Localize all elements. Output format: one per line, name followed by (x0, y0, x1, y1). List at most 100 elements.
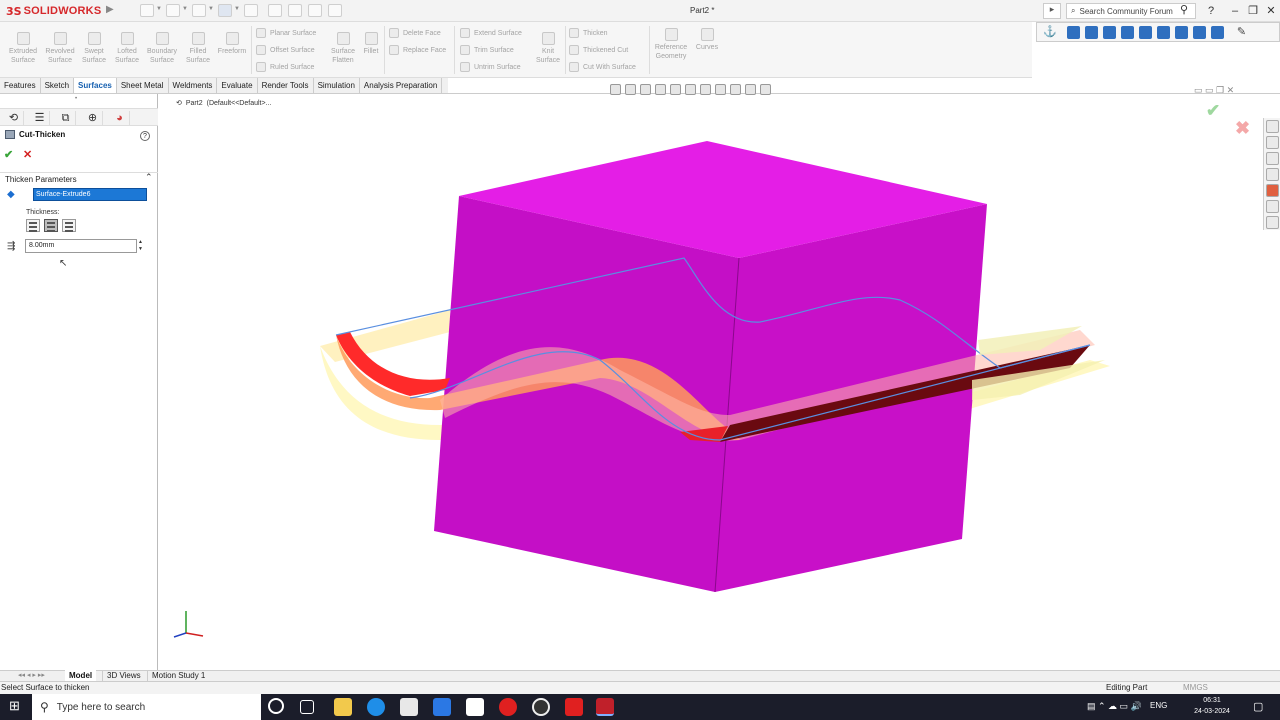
home-icon[interactable] (1266, 120, 1279, 133)
custom-properties-icon[interactable] (1266, 200, 1279, 213)
search-input[interactable]: ⌕ Search Community Forum (1066, 3, 1196, 19)
chevron-down-icon[interactable]: ▼ (208, 6, 214, 12)
mail-icon[interactable] (433, 698, 451, 716)
tab-model[interactable]: Model (65, 670, 97, 681)
property-manager-icon[interactable]: ☰ (30, 111, 50, 125)
feature-manager-icon[interactable]: ⟲ (4, 111, 24, 125)
restore-doc-icon[interactable]: ▭ ▭ ❐ ✕ (1194, 85, 1234, 96)
thickness-spinner[interactable]: ▲ ▼ (138, 239, 146, 253)
gear-icon[interactable] (328, 4, 342, 17)
view-orientation-icon[interactable] (670, 83, 681, 95)
tab-3d-views[interactable]: 3D Views (102, 670, 145, 681)
view-back-icon[interactable] (1085, 26, 1098, 39)
apply-scene-icon[interactable] (730, 83, 741, 95)
section-view-icon[interactable] (655, 83, 666, 95)
confirm-cancel-icon[interactable]: ✖ (1235, 118, 1250, 139)
view-top-icon[interactable] (1139, 26, 1152, 39)
hide-show-icon[interactable] (700, 83, 711, 95)
tab-simulation[interactable]: Simulation (314, 78, 360, 93)
zoom-area-icon[interactable] (625, 83, 636, 95)
print-icon[interactable] (218, 4, 232, 17)
thicken-side1-button[interactable] (26, 219, 40, 232)
appearances-icon[interactable] (1266, 184, 1279, 197)
units-selector[interactable]: MMGS (1183, 682, 1208, 694)
view-trimetric-icon[interactable] (1193, 26, 1206, 39)
extruded-surface-button[interactable]: Extruded Surface (6, 32, 40, 65)
select-icon[interactable] (268, 4, 282, 17)
tab-analysis-preparation[interactable]: Analysis Preparation (360, 78, 443, 93)
tab-sheet-metal[interactable]: Sheet Metal (117, 78, 169, 93)
fillet-button[interactable]: Fillet (360, 32, 382, 56)
view-bottom-icon[interactable] (1157, 26, 1170, 39)
reference-geometry-button[interactable]: Reference Geometry (652, 28, 690, 61)
filled-surface-button[interactable]: Filled Surface (182, 32, 214, 65)
youtube-icon[interactable] (565, 698, 583, 716)
extend-surface-button[interactable]: Extend Surface (460, 28, 522, 38)
file-properties-icon[interactable] (308, 4, 322, 17)
swept-surface-button[interactable]: Swept Surface (78, 32, 110, 65)
clock[interactable]: 06:31 24-03-2024 (1192, 695, 1232, 717)
view-settings-icon[interactable] (745, 83, 756, 95)
windows-start-icon[interactable]: ⊞ (9, 699, 23, 713)
cortana-icon[interactable] (268, 698, 284, 714)
close-button[interactable]: ✕ (1263, 3, 1279, 19)
notepad-icon[interactable] (466, 698, 484, 716)
offset-surface-button[interactable]: Offset Surface (256, 45, 315, 55)
thickened-cut-button[interactable]: Thickened Cut (569, 45, 628, 55)
confirm-ok-icon[interactable]: ✔ (1206, 101, 1220, 121)
solidworks-logo[interactable]: 3S SOLIDWORKS (6, 3, 101, 19)
knit-surface-button[interactable]: Knit Surface (532, 32, 564, 65)
opera-icon[interactable] (499, 698, 517, 716)
thicken-side2-button[interactable] (62, 219, 76, 232)
cut-with-surface-button[interactable]: Cut With Surface (569, 62, 636, 72)
restore-button[interactable]: ❐ (1245, 3, 1261, 19)
delete-face-button[interactable]: Delete Face (389, 28, 441, 38)
anchor-icon[interactable]: ⚓ (1043, 26, 1057, 39)
ruled-surface-button[interactable]: Ruled Surface (256, 62, 314, 72)
configuration-manager-icon[interactable]: ⧉ (56, 111, 76, 125)
replace-face-button[interactable]: Replace Face (389, 45, 446, 55)
sketch-icon[interactable]: ✎ (1235, 26, 1248, 39)
menu-expand-icon[interactable]: ▶ (106, 4, 116, 18)
model-canvas[interactable] (159, 94, 1280, 670)
resources-icon[interactable] (1266, 136, 1279, 149)
help-icon[interactable]: ? (1203, 3, 1219, 19)
collapse-icon[interactable]: ▸ (1043, 3, 1061, 19)
file-explorer-icon[interactable] (334, 698, 352, 716)
graphics-area[interactable] (159, 94, 1280, 670)
tab-features[interactable]: Features (0, 78, 41, 93)
store-icon[interactable] (400, 698, 418, 716)
rebuild-icon[interactable] (288, 4, 302, 17)
boundary-surface-button[interactable]: Boundary Surface (144, 32, 180, 65)
display-monitor-icon[interactable] (760, 83, 771, 95)
thickness-input[interactable]: 8.00mm (25, 239, 137, 253)
ok-button[interactable]: ✔ (4, 148, 13, 161)
view-left-icon[interactable] (1103, 26, 1116, 39)
collapse-icon[interactable]: ⌃ (145, 172, 153, 183)
freeform-button[interactable]: Freeform (215, 32, 249, 56)
tab-motion-study[interactable]: Motion Study 1 (147, 670, 209, 681)
curves-button[interactable]: Curves (692, 28, 722, 52)
notification-icon[interactable]: ▢ (1253, 700, 1263, 713)
help-button[interactable]: ? (140, 131, 150, 141)
view-dimetric-icon[interactable] (1211, 26, 1224, 39)
cancel-button[interactable]: ✕ (23, 148, 32, 161)
chevron-down-icon[interactable]: ▼ (182, 6, 188, 12)
solidworks-taskbar-icon[interactable] (596, 698, 614, 716)
system-tray-icons[interactable]: ▤ ⌃ ☁ ▭ 🔊 (1087, 701, 1142, 712)
previous-view-icon[interactable] (640, 83, 651, 95)
lofted-surface-button[interactable]: Lofted Surface (111, 32, 143, 65)
thicken-parameters-header[interactable]: Thicken Parameters (0, 172, 158, 185)
task-view-icon[interactable] (300, 700, 314, 714)
chrome-icon[interactable] (532, 698, 550, 716)
save-icon[interactable] (192, 4, 206, 17)
tab-surfaces[interactable]: Surfaces (74, 78, 117, 93)
thicken-button[interactable]: Thicken (569, 28, 608, 38)
tab-render-tools[interactable]: Render Tools (258, 78, 314, 93)
surface-selection-field[interactable]: Surface-Extrude6 (33, 188, 147, 201)
tab-weldments[interactable]: Weldments (169, 78, 218, 93)
view-iso-icon[interactable] (1175, 26, 1188, 39)
chevron-down-icon[interactable]: ▼ (234, 6, 240, 12)
design-library-icon[interactable] (1266, 152, 1279, 165)
taskbar-search-input[interactable]: ⚲ Type here to search (32, 694, 261, 720)
